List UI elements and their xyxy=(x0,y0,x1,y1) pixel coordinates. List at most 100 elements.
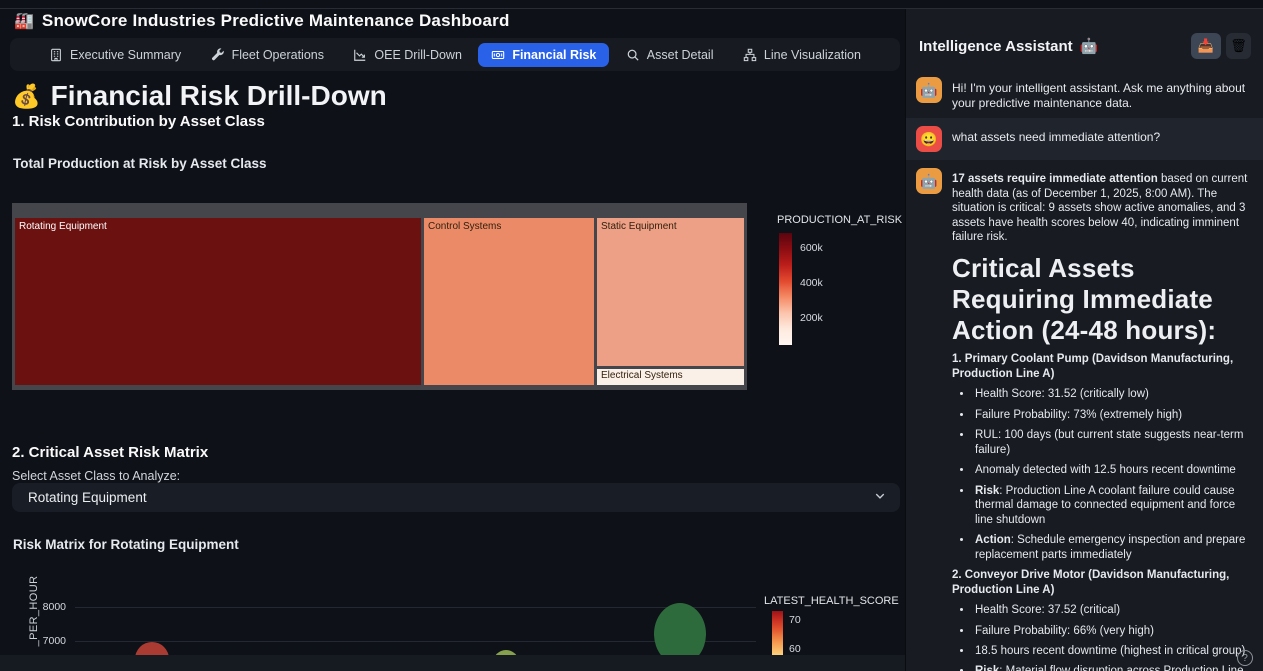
bullet: Risk: Material flow disruption across Pr… xyxy=(973,664,1251,671)
bullet-text: Failure Probability: 66% (very high) xyxy=(975,625,1154,637)
bullet: 18.5 hours recent downtime (highest in c… xyxy=(973,644,1251,658)
colorbar-tick: 600k xyxy=(800,242,823,254)
bullet-text: 18.5 hours recent downtime (highest in c… xyxy=(975,645,1245,657)
gridline xyxy=(75,607,756,608)
tab-oee-drill-down[interactable]: OEE Drill-Down xyxy=(340,43,475,67)
treemap-colorbar-title: PRODUCTION_AT_RISK xyxy=(777,214,902,226)
intelligence-assistant-panel: Intelligence Assistant 🤖 📥 🗑 🤖 Hi! I'm y… xyxy=(905,9,1263,671)
assistant-header: Intelligence Assistant 🤖 📥 🗑 xyxy=(906,9,1263,69)
assistant-message: 🤖 17 assets require immediate attention … xyxy=(906,160,1263,671)
tab-label: Financial Risk xyxy=(512,48,596,62)
page-title: 💰 Financial Risk Drill-Down xyxy=(12,80,387,112)
critical-asset-bullets: Health Score: 37.52 (critical) Failure P… xyxy=(952,603,1251,671)
user-avatar: 😀 xyxy=(916,126,942,152)
bullet-bold: Risk xyxy=(975,485,999,497)
risk-matrix-chart[interactable]: _PER_HOUR 8000 7000 LATEST_HEALTH_SCORE … xyxy=(0,553,905,655)
user-question-text: what assets need immediate attention? xyxy=(952,126,1160,152)
hierarchy-icon xyxy=(743,48,757,62)
treemap-chart-title: Total Production at Risk by Asset Class xyxy=(13,156,267,171)
treemap-cell-rotating-equipment[interactable]: Rotating Equipment xyxy=(15,218,421,385)
answer-intro-bold: 17 assets require immediate attention xyxy=(952,173,1158,185)
trash-icon: 🗑 xyxy=(1230,38,1247,54)
bullet: RUL: 100 days (but current state suggest… xyxy=(973,428,1251,457)
critical-asset-title: 1. Primary Coolant Pump (Davidson Manufa… xyxy=(952,352,1251,381)
wrench-icon xyxy=(211,48,225,62)
colorbar-tick: 400k xyxy=(800,277,823,289)
robot-icon: 🤖 xyxy=(1080,37,1099,55)
treemap-cell-control-systems[interactable]: Control Systems xyxy=(424,218,594,385)
robot-icon: 🤖 xyxy=(920,82,937,99)
clear-chat-button[interactable]: 🗑 xyxy=(1226,33,1251,59)
treemap-cell-label: Static Equipment xyxy=(601,221,677,232)
tab-financial-risk[interactable]: Financial Risk xyxy=(478,43,609,67)
bubble-low-health-asset[interactable] xyxy=(135,642,169,655)
select-asset-class-label: Select Asset Class to Analyze: xyxy=(12,469,180,483)
critical-asset-bullets: Health Score: 31.52 (critically low) Fai… xyxy=(952,387,1251,562)
tab-label: Line Visualization xyxy=(764,48,861,62)
treemap-cell-electrical-systems[interactable]: Electrical Systems xyxy=(597,369,744,385)
tab-asset-detail[interactable]: Asset Detail xyxy=(613,43,727,67)
tab-bar: Executive Summary Fleet Operations OEE D… xyxy=(10,38,900,71)
bullet-text: Failure Probability: 73% (extremely high… xyxy=(975,409,1182,421)
chevron-down-icon xyxy=(874,489,886,507)
select-value: Rotating Equipment xyxy=(28,490,147,505)
treemap-cell-label: Electrical Systems xyxy=(601,370,683,381)
bullet-bold: Action xyxy=(975,534,1011,546)
banknote-icon xyxy=(491,48,505,62)
assistant-avatar: 🤖 xyxy=(916,168,942,194)
treemap-cell-label: Control Systems xyxy=(428,221,501,232)
assistant-answer: 17 assets require immediate attention ba… xyxy=(952,168,1251,671)
answer-heading: Critical Assets Requiring Immediate Acti… xyxy=(952,253,1251,347)
health-score-colorbar xyxy=(772,611,783,655)
bullet-text: Anomaly detected with 12.5 hours recent … xyxy=(975,464,1236,476)
robot-icon: 🤖 xyxy=(920,173,937,190)
factory-icon: 🏭 xyxy=(14,11,34,31)
help-icon[interactable]: ? xyxy=(1237,650,1253,666)
bullet-text: : Material flow disruption across Produc… xyxy=(975,665,1243,671)
chart-bottom-band xyxy=(0,655,905,671)
colorbar-tick: 60 xyxy=(789,643,801,655)
bullet: Failure Probability: 73% (extremely high… xyxy=(973,408,1251,422)
money-bag-icon: 💰 xyxy=(12,83,41,110)
colorbar-tick: 200k xyxy=(800,312,823,324)
bullet: Failure Probability: 66% (very high) xyxy=(973,624,1251,638)
user-face-icon: 😀 xyxy=(920,131,937,148)
assistant-title: Intelligence Assistant 🤖 xyxy=(919,37,1098,55)
asset-class-select[interactable]: Rotating Equipment xyxy=(12,483,900,512)
assistant-actions: 📥 🗑 xyxy=(1191,33,1251,59)
assistant-title-text: Intelligence Assistant xyxy=(919,38,1073,55)
assistant-message: 🤖 Hi! I'm your intelligent assistant. As… xyxy=(906,69,1263,118)
bullet-text: RUL: 100 days (but current state suggest… xyxy=(975,429,1243,455)
search-icon xyxy=(626,48,640,62)
answer-intro: 17 assets require immediate attention ba… xyxy=(952,172,1251,244)
bullet: Anomaly detected with 12.5 hours recent … xyxy=(973,463,1251,477)
tab-fleet-operations[interactable]: Fleet Operations xyxy=(198,43,337,67)
health-score-colorbar-title: LATEST_HEALTH_SCORE xyxy=(764,595,899,607)
bullet: Risk: Production Line A coolant failure … xyxy=(973,484,1251,527)
y-axis-tick: 7000 xyxy=(36,635,66,647)
treemap-cell-static-equipment[interactable]: Static Equipment xyxy=(597,218,744,366)
page-title-text: Financial Risk Drill-Down xyxy=(51,80,387,112)
app-title: SnowCore Industries Predictive Maintenan… xyxy=(42,11,510,31)
bullet-bold: Risk xyxy=(975,665,999,671)
y-axis-tick: 8000 xyxy=(36,601,66,613)
assistant-avatar: 🤖 xyxy=(916,77,942,103)
treemap-colorbar xyxy=(779,233,792,345)
tab-label: Asset Detail xyxy=(647,48,714,62)
tab-executive-summary[interactable]: Executive Summary xyxy=(36,43,194,67)
tab-label: OEE Drill-Down xyxy=(374,48,462,62)
export-chat-button[interactable]: 📥 xyxy=(1191,33,1221,59)
bullet-text: : Production Line A coolant failure coul… xyxy=(975,485,1235,526)
tab-label: Executive Summary xyxy=(70,48,181,62)
critical-asset-title: 2. Conveyor Drive Motor (Davidson Manufa… xyxy=(952,568,1251,597)
building-icon xyxy=(49,48,63,62)
treemap-chart[interactable]: Rotating Equipment Control Systems Stati… xyxy=(12,203,747,390)
tab-line-visualization[interactable]: Line Visualization xyxy=(730,43,874,67)
inbox-tray-icon: 📥 xyxy=(1198,38,1214,54)
section-2-heading: 2. Critical Asset Risk Matrix xyxy=(12,444,208,461)
trend-down-icon xyxy=(353,48,367,62)
treemap-cell-label: Rotating Equipment xyxy=(19,221,107,232)
bullet-text: Health Score: 37.52 (critical) xyxy=(975,604,1120,616)
bubble-high-health-asset[interactable] xyxy=(654,603,706,655)
user-message: 😀 what assets need immediate attention? xyxy=(906,118,1263,160)
